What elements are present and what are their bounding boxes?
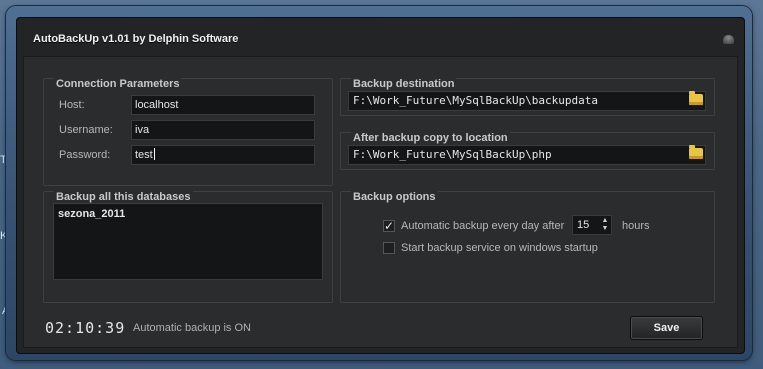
countdown-clock: 02:10:39 xyxy=(45,319,126,337)
destination-group-title: Backup destination xyxy=(351,78,457,90)
minimize-icon[interactable] xyxy=(723,35,734,44)
databases-list[interactable]: sezona_2011 xyxy=(53,203,323,280)
startup-label: Start backup service on windows startup xyxy=(401,242,598,254)
username-label: Username: xyxy=(59,124,113,136)
window-title: AutoBackUp v1.01 by Delphin Software xyxy=(33,33,239,45)
password-label: Password: xyxy=(59,149,111,161)
auto-backup-checkbox[interactable]: ✓ xyxy=(383,220,395,232)
copy-location-path: F:\Work_Future\MySqlBackUp\php xyxy=(353,148,552,161)
copy-location-group: After backup copy to location F:\Work_Fu… xyxy=(340,132,715,170)
destination-path: F:\Work_Future\MySqlBackUp\backupdata xyxy=(353,94,599,107)
password-value: test xyxy=(135,149,153,161)
folder-icon[interactable] xyxy=(689,145,703,159)
spinner-arrows-icon[interactable]: ▲ ▼ xyxy=(600,217,610,233)
text-caret xyxy=(153,148,155,160)
copy-location-path-input[interactable]: F:\Work_Future\MySqlBackUp\php xyxy=(348,145,706,165)
list-item[interactable]: sezona_2011 xyxy=(58,208,318,220)
connection-group-title: Connection Parameters xyxy=(54,78,182,90)
password-input[interactable]: test xyxy=(131,145,315,165)
hours-value: 15 xyxy=(577,219,590,231)
copy-location-group-title: After backup copy to location xyxy=(351,132,510,144)
window-frame: AutoBackUp v1.01 by Delphin Software Con… xyxy=(16,17,745,354)
databases-group-title: Backup all this databases xyxy=(54,191,193,203)
options-group-title: Backup options xyxy=(351,191,438,203)
databases-group: Backup all this databases sezona_2011 xyxy=(43,191,333,303)
options-group: Backup options ✓ Automatic backup every … xyxy=(340,191,715,303)
destination-group: Backup destination F:\Work_Future\MySqlB… xyxy=(340,78,715,116)
auto-backup-label: Automatic backup every day after xyxy=(401,220,565,232)
destination-path-input[interactable]: F:\Work_Future\MySqlBackUp\backupdata xyxy=(348,91,706,111)
save-button[interactable]: Save xyxy=(630,316,703,340)
main-panel: Connection Parameters Host: localhost Us… xyxy=(23,56,738,348)
title-bar[interactable]: AutoBackUp v1.01 by Delphin Software xyxy=(17,18,744,54)
folder-icon[interactable] xyxy=(689,91,703,105)
app-window: AutoBackUp v1.01 by Delphin Software Con… xyxy=(6,6,752,360)
connection-group: Connection Parameters Host: localhost Us… xyxy=(43,78,333,186)
status-text: Automatic backup is ON xyxy=(133,322,251,334)
host-label: Host: xyxy=(59,99,85,111)
host-input[interactable]: localhost xyxy=(131,95,315,115)
username-input[interactable]: iva xyxy=(131,120,315,140)
hours-spinner[interactable]: 15 ▲ ▼ xyxy=(572,215,612,235)
hours-unit-label: hours xyxy=(622,220,650,232)
startup-checkbox[interactable] xyxy=(383,242,395,254)
